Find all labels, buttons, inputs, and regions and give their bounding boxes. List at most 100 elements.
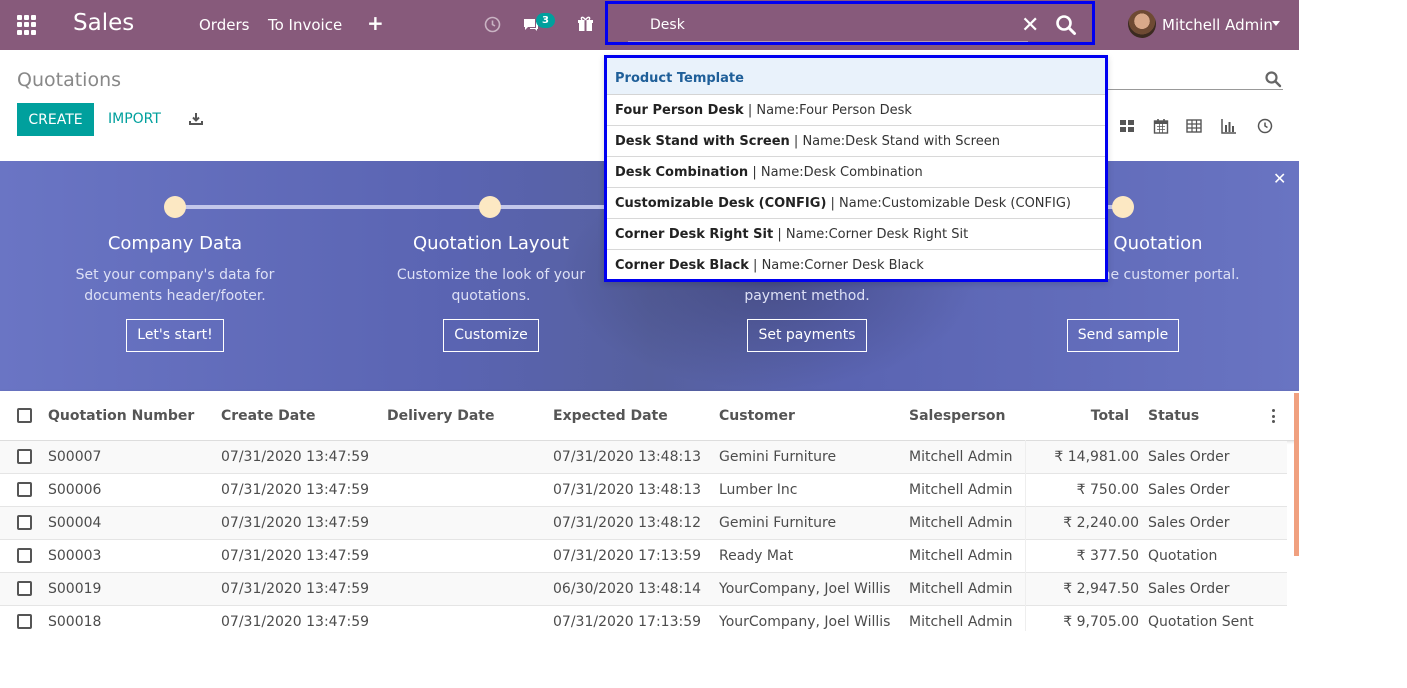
cell-salesperson: Mitchell Admin [909, 614, 1013, 630]
avatar[interactable] [1128, 10, 1156, 38]
autocomplete-item[interactable]: Four Person Desk | Name:Four Person Desk [607, 95, 1105, 126]
item-detail: Name:Corner Desk Black [761, 258, 924, 273]
cell-number: S00019 [48, 581, 102, 597]
item-detail: Name:Desk Stand with Screen [802, 134, 1000, 149]
import-button[interactable]: IMPORT [108, 111, 161, 127]
close-icon[interactable]: ✕ [1273, 169, 1286, 188]
step-dot [1112, 196, 1134, 218]
row-checkbox[interactable] [17, 449, 32, 464]
caret-down-icon[interactable] [1272, 21, 1280, 26]
row-checkbox[interactable] [17, 614, 32, 629]
row-checkbox[interactable] [17, 581, 32, 596]
cell-total: ₹ 9,705.00 [1063, 614, 1139, 630]
cell-expected-date: 07/31/2020 17:13:59 [553, 614, 702, 630]
cell-customer: Gemini Furniture [719, 515, 837, 531]
cell-number: S00018 [48, 614, 102, 630]
column-divider [1025, 440, 1026, 631]
clock-icon[interactable] [484, 16, 501, 33]
table-row[interactable]: S00003 07/31/2020 13:47:59 07/31/2020 17… [0, 540, 1287, 573]
cell-number: S00004 [48, 515, 102, 531]
chat-count-badge: 3 [536, 13, 555, 28]
table-row[interactable]: S00007 07/31/2020 13:47:59 07/31/2020 13… [0, 441, 1287, 474]
app-name: Sales [73, 10, 135, 36]
table-row[interactable]: S00006 07/31/2020 13:47:59 07/31/2020 13… [0, 474, 1287, 507]
cell-total: ₹ 2,240.00 [1063, 515, 1139, 531]
cell-customer: Ready Mat [719, 548, 794, 564]
autocomplete-item[interactable]: Customizable Desk (CONFIG) | Name:Custom… [607, 188, 1105, 219]
autocomplete-item[interactable]: Desk Combination | Name:Desk Combination [607, 157, 1105, 188]
step-description: Customize the look of your quotations. [396, 267, 586, 304]
calendar-view-icon[interactable] [1152, 117, 1170, 135]
autocomplete-item[interactable]: Corner Desk Right Sit | Name:Corner Desk… [607, 219, 1105, 250]
column-header[interactable]: Status [1148, 408, 1199, 424]
select-all-checkbox[interactable] [17, 408, 32, 423]
cell-create-date: 07/31/2020 13:47:59 [221, 515, 370, 531]
lets-start-button[interactable]: Let's start! [126, 319, 224, 352]
column-header[interactable]: Customer [719, 408, 795, 424]
step-dot [479, 196, 501, 218]
create-button[interactable]: CREATE [17, 103, 94, 136]
gift-icon[interactable] [577, 15, 594, 32]
graph-view-icon[interactable] [1220, 117, 1238, 135]
cell-create-date: 07/31/2020 13:47:59 [221, 482, 370, 498]
cell-customer: YourCompany, Joel Willis [719, 581, 891, 597]
column-header[interactable]: Create Date [221, 408, 315, 424]
menu-orders[interactable]: Orders [199, 16, 249, 34]
cell-status: Quotation Sent [1148, 614, 1254, 630]
cell-salesperson: Mitchell Admin [909, 515, 1013, 531]
cell-status: Sales Order [1148, 449, 1230, 465]
row-checkbox[interactable] [17, 548, 32, 563]
scrollbar[interactable] [1294, 393, 1299, 556]
search-autocomplete-dropdown: Product Template Four Person Desk | Name… [604, 55, 1108, 282]
kanban-view-icon[interactable] [1118, 117, 1136, 135]
cell-total: ₹ 750.00 [1076, 482, 1139, 498]
customize-button[interactable]: Customize [443, 319, 539, 352]
item-detail: Name:Corner Desk Right Sit [785, 227, 969, 242]
plus-icon[interactable]: + [367, 11, 384, 35]
item-name: Customizable Desk (CONFIG) [615, 196, 827, 211]
autocomplete-item[interactable]: Desk Stand with Screen | Name:Desk Stand… [607, 126, 1105, 157]
set-payments-button[interactable]: Set payments [747, 319, 867, 352]
menu-to-invoice[interactable]: To Invoice [268, 16, 342, 34]
search-input[interactable] [628, 8, 1028, 42]
row-checkbox[interactable] [17, 515, 32, 530]
table-row[interactable]: S00019 07/31/2020 13:47:59 06/30/2020 13… [0, 573, 1287, 606]
autocomplete-item[interactable]: Corner Desk Black | Name:Corner Desk Bla… [607, 250, 1105, 281]
cell-status: Sales Order [1148, 482, 1230, 498]
onboarding-step-quotation-layout: Quotation Layout Customize the look of y… [371, 233, 611, 352]
pivot-view-icon[interactable] [1185, 117, 1203, 135]
search-icon[interactable] [1054, 13, 1078, 37]
autocomplete-group-header: Product Template [607, 58, 1105, 95]
column-header[interactable]: Expected Date [553, 408, 668, 424]
cell-create-date: 07/31/2020 13:47:59 [221, 581, 370, 597]
send-sample-button[interactable]: Send sample [1066, 319, 1180, 352]
top-navbar: Sales Orders To Invoice + 3 ✕ Mitchell A… [0, 0, 1299, 50]
cell-number: S00006 [48, 482, 102, 498]
column-header[interactable]: Salesperson [909, 408, 1006, 424]
optional-columns-icon[interactable] [1272, 409, 1276, 423]
column-header[interactable]: Quotation Number [48, 408, 194, 424]
item-detail: Name:Desk Combination [760, 165, 923, 180]
cell-total: ₹ 377.50 [1076, 548, 1139, 564]
download-icon[interactable] [188, 111, 204, 127]
cell-expected-date: 07/31/2020 13:48:13 [553, 482, 702, 498]
row-checkbox[interactable] [17, 482, 32, 497]
table-header: Quotation Number Create Date Delivery Da… [0, 391, 1299, 441]
item-name: Four Person Desk [615, 103, 744, 118]
table-row[interactable]: S00018 07/31/2020 13:47:59 07/31/2020 17… [0, 606, 1287, 631]
cell-status: Sales Order [1148, 515, 1230, 531]
step-title: Quotation Layout [412, 233, 570, 254]
item-name: Corner Desk Black [615, 258, 749, 273]
column-header[interactable]: Total [1059, 408, 1129, 424]
user-name[interactable]: Mitchell Admin [1162, 16, 1273, 34]
onboarding-step-company-data: Company Data Set your company's data for… [55, 233, 295, 352]
item-detail: Name:Four Person Desk [756, 103, 912, 118]
apps-grid-icon[interactable] [17, 15, 37, 35]
column-header[interactable]: Delivery Date [387, 408, 495, 424]
cell-expected-date: 07/31/2020 13:48:12 [553, 515, 702, 531]
cell-number: S00003 [48, 548, 102, 564]
close-icon[interactable]: ✕ [1021, 13, 1039, 38]
activity-view-icon[interactable] [1256, 117, 1274, 135]
search-icon[interactable] [1264, 70, 1282, 88]
table-row[interactable]: S00004 07/31/2020 13:47:59 07/31/2020 13… [0, 507, 1287, 540]
